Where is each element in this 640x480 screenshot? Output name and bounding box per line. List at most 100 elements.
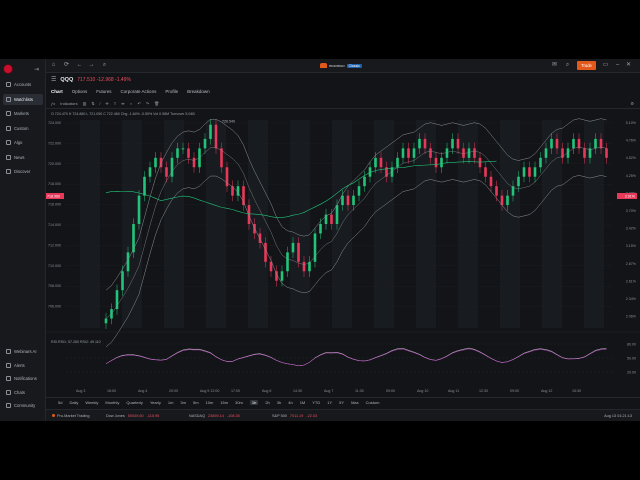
sidebar-item-webinars-ai[interactable]: Webinars AI: [3, 346, 43, 357]
timeframe-max[interactable]: Max: [351, 400, 359, 405]
measure-icon[interactable]: ⇹: [121, 101, 124, 106]
session-band: [416, 120, 436, 328]
tab-breakdown[interactable]: Breakdown: [187, 89, 210, 94]
sidebar-item-chats[interactable]: Chats: [3, 387, 43, 398]
sidebar-item-markets[interactable]: Markets: [3, 108, 43, 119]
timeframe-1y[interactable]: 1Y: [327, 400, 332, 405]
price-axis-label: 714.000: [48, 223, 61, 227]
pct-axis-label: 2.06%: [626, 315, 637, 319]
sidebar-item-algo[interactable]: Algo: [3, 137, 43, 148]
tab-options[interactable]: Options: [72, 89, 88, 94]
layout-icon[interactable]: ▭: [602, 62, 609, 69]
candle: [335, 205, 339, 224]
candle: [187, 148, 190, 158]
timeframe-5d[interactable]: 5d: [58, 400, 62, 405]
ticker-nasdaq[interactable]: NASDAQ 23659.14 -108.35: [189, 414, 240, 418]
timeframe-weekly[interactable]: Weekly: [85, 400, 98, 405]
candle-type-icon[interactable]: ▥: [83, 101, 87, 106]
candle: [539, 157, 542, 168]
sidebar-item-watchlists[interactable]: Watchlists: [3, 93, 43, 105]
timeframe-5y[interactable]: 5Y: [339, 400, 344, 405]
timeframe-30m[interactable]: 30m: [235, 400, 243, 405]
redo-icon[interactable]: ↷: [146, 101, 149, 106]
timeframe-15m[interactable]: 15m: [220, 400, 228, 405]
timeframe-ytd[interactable]: YTD: [312, 400, 320, 405]
crosshair-icon[interactable]: ✛: [105, 101, 108, 106]
timeframe-monthly[interactable]: Monthly: [105, 400, 119, 405]
list-icon: [6, 96, 11, 102]
magnet-icon[interactable]: ∩: [130, 101, 133, 106]
timeframe-3h[interactable]: 3h: [277, 400, 281, 405]
sidebar-item-notifications[interactable]: Notifications: [3, 373, 43, 384]
ticker-sp500[interactable]: S&P 500 7011.19 -22.03: [272, 414, 317, 418]
profile-avatar[interactable]: [3, 64, 13, 74]
time-axis-label: 09:00: [386, 389, 395, 393]
indicators-icon[interactable]: ƒx: [51, 101, 55, 106]
settings-icon[interactable]: ⚙: [630, 101, 634, 106]
sidebar-item-custom[interactable]: Custom: [3, 123, 43, 134]
chart-area[interactable]: 724.000 722.000 720.000 718.000 716.000 714.0…: [46, 110, 640, 420]
timeframe-1h[interactable]: 1h: [249, 400, 259, 405]
trade-button[interactable]: Trade: [577, 61, 596, 70]
pct-axis-label: 3.42%: [626, 227, 637, 231]
ticker-dow[interactable]: Dow Jones 50549.60 -115.95: [106, 414, 159, 418]
indicators-button[interactable]: Indicators: [60, 101, 77, 106]
candle: [302, 261, 306, 272]
tab-chart[interactable]: Chart: [51, 89, 63, 94]
timeframe-custom[interactable]: Custom: [366, 400, 380, 405]
timeframe-4h[interactable]: 4h: [288, 400, 292, 405]
candle: [445, 148, 449, 158]
timeframe-quarterly[interactable]: Quarterly: [126, 400, 142, 405]
minimize-icon[interactable]: –: [614, 62, 621, 69]
timeframe-5m[interactable]: 5m: [193, 400, 199, 405]
ticker-change: -22.03: [306, 413, 318, 418]
search-icon[interactable]: ⌕: [564, 62, 571, 69]
candle: [423, 138, 427, 149]
ticker-value: 7011.19: [289, 413, 304, 418]
close-icon[interactable]: ✕: [625, 62, 632, 69]
sidebar-item-alerts[interactable]: Alerts: [3, 360, 43, 371]
undo-icon[interactable]: ↶: [137, 101, 140, 106]
sidebar-item-discover[interactable]: Discover: [3, 166, 43, 177]
people-icon: [6, 403, 11, 408]
forward-icon[interactable]: →: [88, 62, 95, 69]
tab-corporate-actions[interactable]: Corporate Actions: [121, 89, 157, 94]
timeframe-2h[interactable]: 2h: [265, 400, 269, 405]
time-axis-label: Aug 3: [76, 389, 85, 393]
timeframe-10m[interactable]: 10m: [206, 400, 214, 405]
collapse-sidebar-icon[interactable]: ⇥: [34, 66, 39, 73]
chat-icon[interactable]: ✉: [551, 62, 558, 69]
compare-icon[interactable]: ⇅: [91, 101, 94, 106]
timeframe-yearly[interactable]: Yearly: [150, 400, 161, 405]
sidebar-item-accounts[interactable]: Accounts: [3, 79, 43, 90]
price-axis-label: 724.000: [48, 121, 61, 125]
sidebar-item-community[interactable]: Community: [3, 400, 43, 411]
timeframe-daily[interactable]: Daily: [69, 400, 78, 405]
pct-axis-label: 2.61%: [626, 279, 637, 283]
sparkle-icon: [6, 349, 11, 354]
sidebar-item-news[interactable]: News: [3, 152, 43, 163]
price-axis-label: 718.000: [48, 182, 61, 186]
price-chart[interactable]: 724.000 722.000 720.000 718.000 716.000 714.0…: [46, 110, 640, 397]
ticker-change: -108.35: [226, 413, 240, 418]
candle: [440, 157, 443, 168]
search-icon[interactable]: ⌕: [101, 62, 108, 69]
back-icon[interactable]: ←: [76, 62, 83, 69]
timeframe-3m[interactable]: 3m: [180, 400, 186, 405]
tab-profile[interactable]: Profile: [165, 89, 178, 94]
market-clock: Aug 13 01:21:13: [604, 413, 632, 418]
brand-tag: Classic: [346, 63, 362, 68]
tab-futures[interactable]: Futures: [96, 89, 111, 94]
trash-icon[interactable]: 🗑: [154, 101, 159, 106]
sidebar-item-label: Watchlists: [14, 96, 33, 102]
refresh-icon[interactable]: ⟳: [63, 62, 70, 69]
top-bar: ⌂ ⟳ ← → ⌕ moomoo Classic ✉ ⌕ Trade ▭ – ✕: [46, 59, 640, 73]
watchlist-icon[interactable]: ☰: [51, 76, 56, 83]
candle: [429, 148, 432, 158]
draw-line-icon[interactable]: ∕: [100, 101, 101, 106]
text-tool-icon[interactable]: T: [114, 101, 116, 106]
ticker-value: 23659.14: [208, 413, 224, 418]
timeframe-1m[interactable]: 1m: [168, 400, 174, 405]
home-icon[interactable]: ⌂: [50, 62, 57, 69]
timeframe-1m[interactable]: 1M: [300, 400, 306, 405]
